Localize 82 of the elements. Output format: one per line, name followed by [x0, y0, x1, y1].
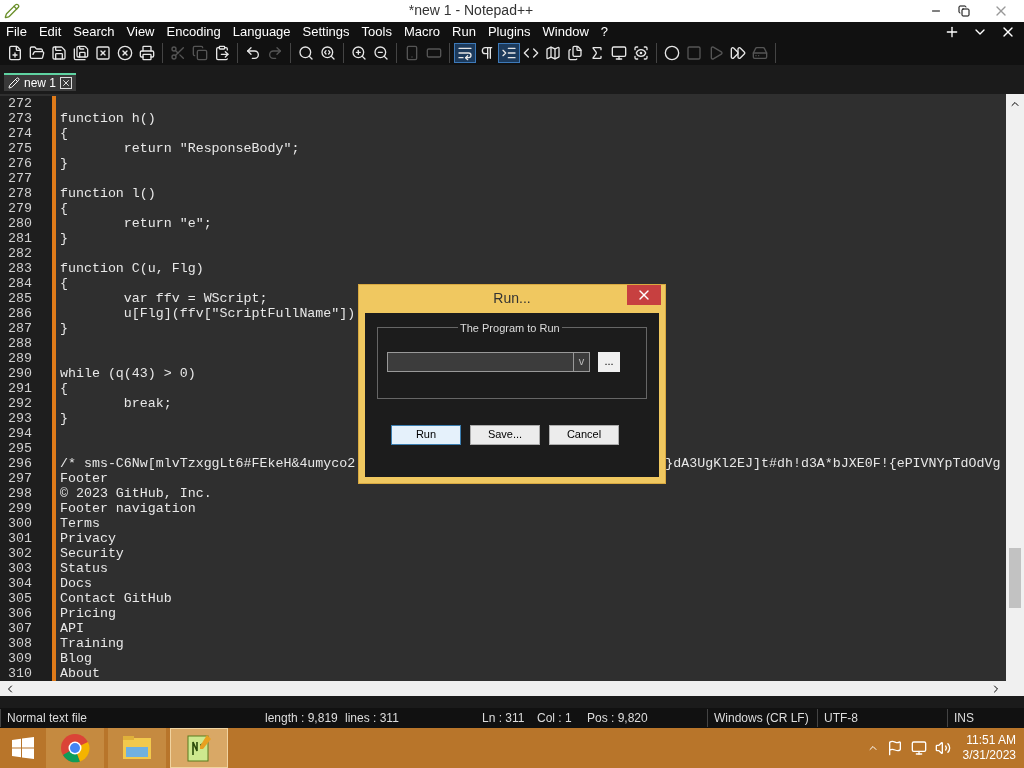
clock-time[interactable]: 11:51 AM — [966, 733, 1016, 748]
status-text: Ln : 311 — [482, 711, 525, 726]
code-line: API — [60, 620, 84, 636]
code-line: }dA3UgKl2EJ]t#dh!d3A*bJXE0F!{ePIVNYpTdOdVg — [665, 455, 1001, 471]
code-line: { — [60, 200, 68, 216]
pencil-icon — [8, 76, 20, 89]
menu-item[interactable]: Edit — [32, 21, 68, 42]
taskbar-app[interactable] — [46, 728, 104, 768]
word-wrap-icon[interactable] — [454, 43, 476, 64]
browser-icon — [60, 733, 90, 763]
taskbar-app[interactable] — [170, 728, 228, 768]
program-combo-box[interactable]: v — [387, 351, 590, 372]
code-line: return "e"; — [122, 215, 212, 231]
dialog-button[interactable]: Cancel — [549, 424, 619, 445]
status-text: length : 9,819 — [265, 711, 338, 726]
code-line: function h() — [60, 110, 156, 126]
dialog-button[interactable]: Run — [391, 424, 461, 445]
close-icon[interactable] — [60, 76, 73, 89]
code-line: Blog — [60, 650, 92, 666]
folder-icon — [122, 735, 152, 761]
code-line: u[Flg](ffv["ScriptFullName"]) — [122, 305, 356, 321]
code-line: Footer — [60, 470, 108, 486]
status-text: Windows (CR LF) — [714, 711, 809, 726]
start-icon[interactable] — [11, 736, 35, 760]
code-line: /* sms-C6Nw[mlvTzxggLt6#FEkeH&4umyco2 — [60, 455, 356, 471]
code-line: function l() — [60, 185, 156, 201]
code-line: } — [60, 230, 68, 246]
menu-item[interactable]: Language — [226, 21, 297, 42]
code-line: } — [60, 320, 68, 336]
code-line: © 2023 GitHub, Inc. — [60, 485, 212, 501]
line-number: 272 — [0, 95, 52, 111]
menu-item[interactable]: Settings — [296, 21, 356, 42]
code-line: while (q(43) > 0) — [60, 365, 196, 381]
code-line: Contact GitHub — [60, 590, 172, 606]
code-line: } — [60, 155, 68, 171]
menu-item[interactable]: Window — [536, 21, 595, 42]
status-text: Pos : 9,820 — [587, 711, 648, 726]
app-icon — [4, 2, 20, 19]
menu-item[interactable]: Encoding — [160, 21, 227, 42]
status-text: lines : 311 — [345, 711, 399, 726]
code-line: Pricing — [60, 605, 116, 621]
notepad-icon — [185, 733, 213, 763]
code-line: Privacy — [60, 530, 116, 546]
file-tab[interactable]: new 1 — [4, 72, 77, 91]
code-line: About — [60, 665, 100, 681]
status-text: UTF-8 — [824, 711, 858, 726]
menu-item[interactable]: Plugins — [481, 21, 537, 42]
code-line: { — [60, 380, 68, 396]
menu-item[interactable]: Macro — [397, 21, 447, 42]
dialog-button[interactable]: Save... — [470, 424, 540, 445]
browse-button[interactable]: ... — [598, 351, 620, 372]
code-line: { — [60, 275, 68, 291]
clock-date[interactable]: 3/31/2023 — [962, 748, 1016, 763]
code-line: Training — [60, 635, 124, 651]
flag-icon[interactable] — [886, 740, 903, 756]
code-line: { — [60, 125, 68, 141]
code-line: Footer navigation — [60, 500, 196, 516]
code-line: return "ResponseBody"; — [122, 140, 300, 156]
code-line: function C(u, Flg) — [60, 260, 204, 276]
window-title: *new 1 - Notepad++ — [407, 1, 535, 21]
vertical-scrollbar[interactable] — [1006, 93, 1024, 681]
menu-item[interactable]: Search — [67, 21, 121, 42]
status-text: INS — [954, 711, 974, 726]
code-line: } — [60, 410, 68, 426]
code-line: Security — [60, 545, 124, 561]
status-text: Normal text file — [7, 711, 88, 726]
status-text: Col : 1 — [537, 711, 572, 726]
close-button[interactable] — [627, 284, 661, 305]
menu-item[interactable]: View — [120, 21, 161, 42]
code-line: var ffv = WScript; — [122, 290, 268, 306]
code-line: Status — [60, 560, 108, 576]
menu-item[interactable]: Tools — [355, 21, 398, 42]
restore-icon — [958, 4, 970, 17]
speaker-icon[interactable] — [934, 740, 951, 756]
code-line: Docs — [60, 575, 92, 591]
menu-item[interactable]: ? — [594, 21, 615, 42]
scrollbar-thumb[interactable] — [1009, 547, 1021, 608]
menu-item[interactable]: Run — [446, 21, 482, 42]
menu-item[interactable]: File — [0, 21, 33, 42]
code-line: break; — [122, 395, 172, 411]
dialog-title: Run... — [493, 289, 531, 309]
code-line: Terms — [60, 515, 100, 531]
